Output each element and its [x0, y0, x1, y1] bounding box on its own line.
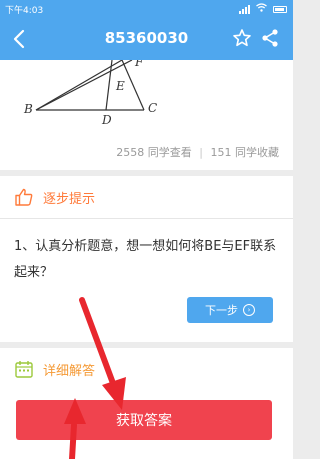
label-b: B	[23, 102, 33, 116]
answer-title: 详细解答	[43, 363, 96, 379]
next-step-button[interactable]: 下一步 ›	[187, 297, 273, 323]
answer-header: 详细解答	[14, 358, 95, 380]
stats-separator: |	[199, 146, 203, 159]
battery-icon	[273, 5, 287, 13]
views-count: 2558 同学查看	[116, 146, 192, 159]
status-icons	[239, 3, 287, 15]
wifi-icon	[256, 3, 267, 15]
divider	[0, 218, 293, 219]
get-answer-button[interactable]: 获取答案	[16, 400, 272, 440]
label-d: D	[101, 113, 112, 124]
label-e: E	[115, 79, 125, 93]
hint-card: 逐步提示 1、认真分析题意，想一想如何将BE与EF联系起来？ 下一步 ›	[0, 176, 293, 342]
thumbs-up-icon	[14, 187, 34, 207]
share-icon[interactable]	[260, 28, 280, 48]
label-c: C	[148, 101, 157, 115]
status-time: 下午4:03	[5, 6, 44, 16]
favorites-count: 151 同学收藏	[210, 146, 280, 159]
star-icon[interactable]	[232, 28, 252, 48]
calendar-icon	[14, 359, 34, 379]
next-step-label: 下一步	[205, 304, 238, 317]
hint-title: 逐步提示	[43, 191, 96, 207]
question-figure-card: B C D E F 2558 同学查看 | 151 同学收藏	[0, 60, 293, 170]
app-bar: 85360030	[0, 18, 293, 60]
status-bar: 下午4:03	[0, 0, 293, 18]
geometry-figure: B C D E F	[23, 60, 157, 124]
label-f: F	[134, 60, 144, 69]
hint-header: 逐步提示	[14, 186, 95, 208]
signal-icon	[239, 4, 250, 14]
hint-text: 1、认真分析题意，想一想如何将BE与EF联系起来？	[14, 239, 277, 280]
chevron-right-icon: ›	[243, 304, 255, 316]
question-stats: 2558 同学查看 | 151 同学收藏	[116, 144, 279, 160]
answer-card: 详细解答 获取答案	[0, 348, 293, 459]
